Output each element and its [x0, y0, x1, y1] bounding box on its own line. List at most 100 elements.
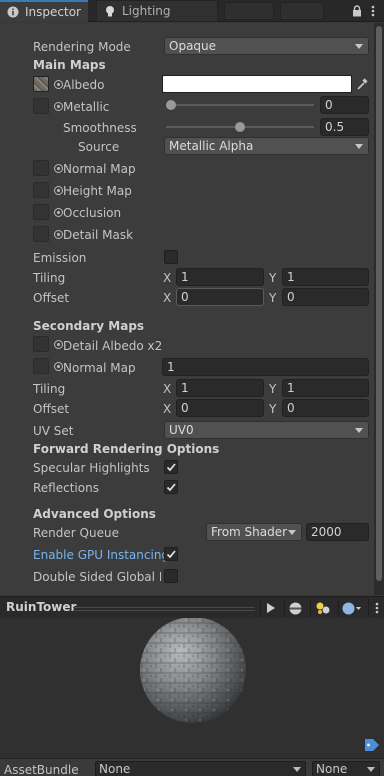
tiling-y-field[interactable]: 1	[282, 379, 369, 397]
target-icon[interactable]	[54, 230, 63, 239]
target-icon[interactable]	[54, 340, 63, 349]
smoothness-value-field[interactable]: 0.5	[320, 118, 369, 136]
metallic-slider-thumb[interactable]	[166, 100, 176, 110]
target-icon[interactable]	[54, 80, 63, 89]
metallic-label: Metallic	[63, 100, 110, 114]
info-icon	[6, 5, 20, 19]
tab-inspector[interactable]: Inspector	[0, 0, 88, 22]
tab-bar: Inspector Lighting	[0, 0, 384, 22]
source-dropdown[interactable]: Metallic Alpha	[164, 137, 369, 155]
uv-set-value: UV0	[169, 423, 194, 437]
lock-icon[interactable]	[350, 3, 364, 19]
target-icon[interactable]	[54, 164, 63, 173]
offset-y-label: Y	[269, 291, 277, 305]
height-map-label: Height Map	[63, 184, 132, 198]
tiling-x-field[interactable]: 1	[176, 379, 264, 397]
sphere-icon[interactable]	[284, 599, 306, 617]
offset-y-field[interactable]: 0	[282, 399, 369, 417]
target-icon[interactable]	[54, 102, 63, 111]
rendering-mode-value: Opaque	[169, 39, 217, 53]
tab-placeholder[interactable]	[280, 2, 324, 20]
detail-albedo-slot[interactable]	[33, 336, 49, 352]
metallic-texture-slot[interactable]	[33, 98, 49, 114]
occlusion-slot[interactable]	[33, 204, 49, 220]
smoothness-slider-thumb[interactable]	[235, 122, 245, 132]
render-queue-mode-dropdown[interactable]: From Shader	[206, 523, 302, 541]
detail-mask-label: Detail Mask	[63, 228, 134, 242]
kebab-menu-icon[interactable]	[368, 599, 384, 617]
offset-y-label: Y	[269, 402, 277, 416]
resize-grip[interactable]	[73, 605, 255, 611]
offset-x-field[interactable]: 0	[176, 288, 264, 306]
rendering-mode-dropdown[interactable]: Opaque	[164, 37, 369, 55]
detail-mask-slot[interactable]	[33, 226, 49, 242]
render-queue-value-field[interactable]: 2000	[306, 523, 369, 541]
tiling-x-field[interactable]: 1	[176, 268, 264, 286]
assetbundle-bar: AssetBundle None None	[0, 758, 384, 776]
emission-label: Emission	[33, 251, 87, 265]
offset-y-field[interactable]: 0	[282, 288, 369, 306]
assetbundle-name-dropdown[interactable]: None	[95, 761, 306, 776]
secondary-normal-scale-field[interactable]: 1	[162, 358, 369, 376]
secondary-maps-heading: Secondary Maps	[33, 319, 145, 333]
offset-label: Offset	[33, 291, 70, 305]
target-icon[interactable]	[54, 186, 63, 195]
offset-x-label: X	[163, 402, 172, 416]
albedo-color-field[interactable]	[162, 75, 352, 93]
target-icon[interactable]	[54, 362, 63, 371]
emission-checkbox[interactable]	[164, 250, 178, 264]
secondary-normal-map-slot[interactable]	[33, 358, 49, 374]
material-preview-sphere	[140, 617, 246, 723]
occlusion-label: Occlusion	[63, 206, 122, 220]
chevron-down-icon	[367, 767, 375, 772]
tiling-y-label: Y	[269, 271, 277, 285]
normal-map-slot[interactable]	[33, 160, 49, 176]
assetbundle-variant-dropdown[interactable]: None	[312, 761, 380, 776]
chevron-down-icon	[355, 44, 363, 49]
offset-x-label: X	[163, 291, 172, 305]
double-sided-gi-label: Double Sided Global Illu	[33, 570, 161, 584]
gpu-instancing-checkbox[interactable]	[164, 547, 178, 561]
preview-header[interactable]: RuinTower	[0, 596, 384, 618]
checkmark-icon	[166, 463, 176, 472]
metallic-value-field[interactable]: 0	[320, 96, 369, 114]
tiling-x-label: X	[163, 271, 172, 285]
source-value: Metallic Alpha	[169, 139, 254, 153]
secondary-normal-map-label: Normal Map	[63, 361, 136, 375]
reflections-label: Reflections	[33, 481, 99, 495]
play-icon[interactable]	[260, 599, 280, 617]
lights-icon[interactable]	[310, 599, 334, 617]
source-label: Source	[78, 140, 120, 154]
chevron-down-icon	[293, 767, 301, 772]
tiling-y-field[interactable]: 1	[282, 268, 369, 286]
render-queue-label: Render Queue	[33, 526, 119, 540]
double-sided-gi-checkbox[interactable]	[164, 569, 178, 583]
checkmark-icon	[166, 483, 176, 492]
tiling-label: Tiling	[33, 271, 66, 285]
tab-placeholder[interactable]	[224, 2, 274, 20]
tab-lighting[interactable]: Lighting	[96, 0, 218, 22]
chevron-down-icon	[355, 428, 363, 433]
eyedropper-icon[interactable]	[355, 76, 369, 92]
tab-inspector-label: Inspector	[25, 5, 81, 19]
tag-icon[interactable]	[364, 738, 380, 752]
metallic-slider[interactable]	[166, 104, 314, 106]
offset-x-field[interactable]: 0	[176, 399, 264, 417]
scrollbar-thumb[interactable]	[376, 26, 382, 581]
material-preview[interactable]	[0, 617, 384, 758]
gpu-instancing-label: Enable GPU Instancing	[33, 548, 170, 562]
normal-map-label: Normal Map	[63, 162, 136, 176]
height-map-slot[interactable]	[33, 182, 49, 198]
tiling-x-label: X	[163, 382, 172, 396]
kebab-menu-icon[interactable]	[366, 3, 380, 19]
offset-label: Offset	[33, 402, 70, 416]
reflections-checkbox[interactable]	[164, 480, 178, 494]
chevron-down-icon	[288, 530, 296, 535]
sphere-icon[interactable]	[338, 599, 364, 617]
uv-set-dropdown[interactable]: UV0	[164, 421, 369, 439]
albedo-texture-slot[interactable]	[33, 76, 49, 92]
assetbundle-name-value: None	[99, 762, 131, 776]
tab-lighting-label: Lighting	[122, 4, 171, 18]
specular-highlights-checkbox[interactable]	[164, 460, 178, 474]
target-icon[interactable]	[54, 208, 63, 217]
